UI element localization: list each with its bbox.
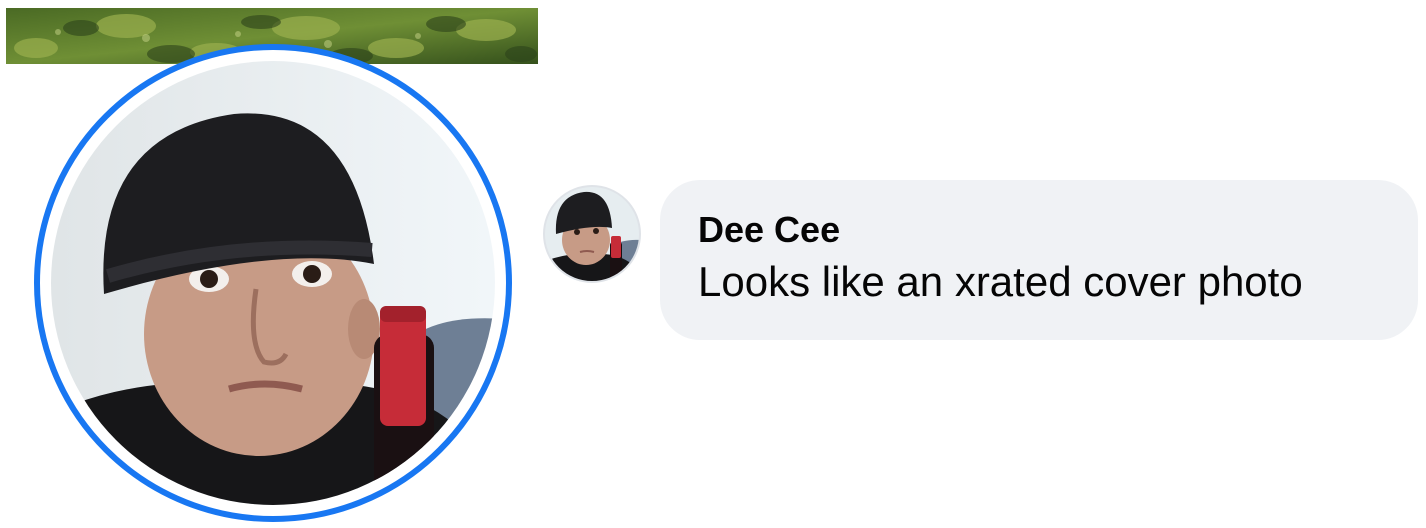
comment-avatar[interactable] (542, 184, 642, 284)
comment-text: Looks like an xrated cover photo (698, 258, 1303, 305)
comment-author-name[interactable]: Dee Cee (698, 208, 1418, 252)
avatar-image (543, 185, 641, 283)
profile-photo (34, 44, 512, 522)
comment-bubble: Dee Cee Looks like an xrated cover photo (660, 180, 1418, 340)
profile-picture[interactable] (34, 44, 512, 522)
